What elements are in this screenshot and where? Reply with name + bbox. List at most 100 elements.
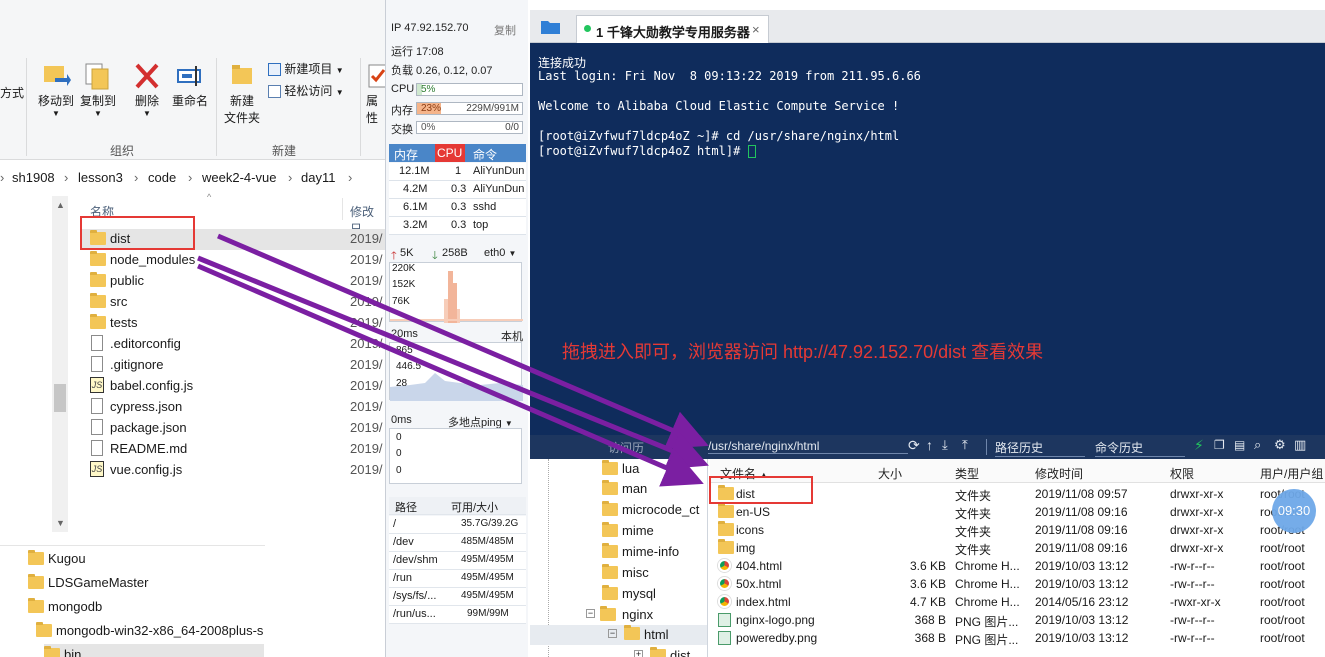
expand-icon[interactable]: + bbox=[634, 650, 643, 657]
remote-file-row[interactable]: poweredby.png 368 B PNG 图片... 2019/10/03 13… bbox=[710, 629, 1325, 647]
cpu-label: CPU bbox=[391, 83, 415, 95]
disk-row[interactable]: /dev/shm 495M/495M bbox=[389, 552, 526, 570]
remote-file-owner: root/root bbox=[1260, 559, 1305, 573]
delete-button[interactable]: 删除 ▼ bbox=[130, 60, 164, 118]
folder-icon bbox=[90, 272, 106, 287]
file-row[interactable]: package.json 2019/ bbox=[82, 418, 385, 439]
file-row[interactable]: .gitignore 2019/ bbox=[82, 355, 385, 376]
network-interface-select[interactable]: eth0 ▼ bbox=[484, 247, 516, 259]
up-dir-icon[interactable]: ↑ bbox=[926, 437, 933, 453]
breadcrumb: › sh1908 › lesson3 › code › week2-4-vue … bbox=[0, 166, 385, 190]
remote-file-row[interactable]: icons文件夹2019/11/08 09:16drwxr-xr-xroot/r… bbox=[710, 521, 1325, 539]
remote-file-mtime: 2019/11/08 09:16 bbox=[1035, 505, 1128, 519]
ribbon-divider bbox=[360, 58, 361, 156]
remote-file-row[interactable]: en-US文件夹2019/11/08 09:16drwxr-xr-xroot/r… bbox=[710, 503, 1325, 521]
process-col-cpu[interactable]: CPU bbox=[435, 144, 465, 162]
file-row[interactable]: src 2019/ bbox=[82, 292, 385, 313]
remote-file-mtime: 2019/10/03 13:12 bbox=[1035, 559, 1129, 573]
new-item-label: 新建项目 bbox=[284, 62, 333, 76]
disk-row[interactable]: /run/us... 99M/99M bbox=[389, 606, 526, 624]
file-list: ^ 名称 修改日 dist2019/node_modules2019/publi… bbox=[0, 192, 385, 532]
process-row[interactable]: 6.1M 0.3 sshd bbox=[389, 199, 526, 217]
remote-path-input[interactable]: /usr/share/nginx/html bbox=[708, 439, 908, 454]
new-folder-button[interactable]: 新建 文件夹 bbox=[222, 60, 262, 126]
disk-row[interactable]: /run 495M/495M bbox=[389, 570, 526, 588]
disk-row[interactable]: /dev 485M/485M bbox=[389, 534, 526, 552]
move-to-button[interactable]: 移动到 ▼ bbox=[36, 60, 76, 118]
remote-file-name: img bbox=[736, 541, 756, 555]
remote-file-row[interactable]: img 文件夹 2019/11/08 09:16 drwxr-xr-x root/roo… bbox=[710, 539, 1325, 557]
chrome-html-icon bbox=[718, 595, 731, 608]
rename-button[interactable]: 重命名 bbox=[168, 60, 212, 109]
gear-icon[interactable]: ⚙ bbox=[1274, 437, 1286, 453]
terminal-tab[interactable]: 1 千锋大勋教学专用服务器 × bbox=[576, 15, 769, 43]
latency-tick: 28 bbox=[396, 378, 408, 389]
process-col-cmd[interactable]: 命令 bbox=[473, 146, 497, 163]
path-history-select[interactable]: 路径历史 bbox=[995, 439, 1085, 457]
new-item-button[interactable]: 新建项目 ▼ bbox=[268, 60, 344, 77]
breadcrumb-item[interactable]: sh1908 bbox=[12, 170, 55, 185]
remote-file-perm: drwxr-xr-x bbox=[1170, 523, 1224, 537]
properties-button[interactable]: 属性 bbox=[366, 60, 385, 126]
collapse-icon[interactable]: − bbox=[608, 629, 617, 638]
tree-item-selected[interactable]: bin bbox=[44, 644, 264, 657]
file-row[interactable]: JS vue.config.js 2019/ bbox=[82, 460, 385, 481]
download-icon[interactable]: ⤓ bbox=[942, 437, 948, 453]
chevron-down-icon: ▼ bbox=[508, 249, 517, 258]
process-row[interactable]: 12.1M 1 AliYunDun bbox=[389, 163, 526, 181]
remote-file-row[interactable]: 404.html 3.6 KB Chrome H... 2019/10/03 13:1… bbox=[710, 557, 1325, 575]
process-row[interactable]: 4.2M 0.3 AliYunDun bbox=[389, 181, 526, 199]
remote-col-owner[interactable]: 用户/用户组 bbox=[1260, 465, 1323, 482]
terminal-output[interactable]: 连接成功 Last login: Fri Nov 8 09:13:22 2019… bbox=[530, 43, 1325, 435]
terminal-line: Welcome to Alibaba Cloud Elastic Compute… bbox=[538, 99, 900, 113]
command-history-select[interactable]: 命令历史 bbox=[1095, 439, 1185, 457]
remote-file-owner: root/root bbox=[1260, 541, 1305, 555]
disk-row[interactable]: /35.7G/39.2G bbox=[389, 516, 526, 534]
file-date: 2019/ bbox=[350, 231, 383, 246]
net-tick: 152K bbox=[392, 279, 416, 290]
disk-row[interactable]: /sys/fs/... 495M/495M bbox=[389, 588, 526, 606]
remote-col-size[interactable]: 大小 bbox=[878, 465, 902, 482]
image-file-icon bbox=[718, 631, 731, 645]
tree-node-selected[interactable]: − html bbox=[530, 625, 707, 645]
upload-icon[interactable]: ⤒ bbox=[962, 437, 968, 453]
move-to-icon bbox=[44, 66, 71, 86]
close-tab-icon[interactable]: × bbox=[752, 22, 760, 37]
layout-icon[interactable]: ▥ bbox=[1294, 437, 1306, 453]
copy-ip-button[interactable]: 复制 bbox=[494, 22, 516, 38]
file-date: 2019/ bbox=[350, 441, 383, 456]
folder-icon bbox=[602, 585, 618, 600]
file-row[interactable]: JS babel.config.js 2019/ bbox=[82, 376, 385, 397]
file-row[interactable]: public 2019/ bbox=[82, 271, 385, 292]
open-folder-icon[interactable] bbox=[540, 18, 562, 36]
copy-icon[interactable]: ❐ bbox=[1214, 438, 1225, 452]
file-row[interactable]: node_modules 2019/ bbox=[82, 250, 385, 271]
copy-to-button[interactable]: 复制到 ▼ bbox=[78, 60, 118, 118]
folder-icon bbox=[602, 564, 618, 579]
refresh-icon[interactable]: ⟳ bbox=[908, 437, 920, 454]
file-row[interactable]: README.md 2019/ bbox=[82, 439, 385, 460]
collapse-icon[interactable]: − bbox=[586, 609, 595, 618]
file-row[interactable]: .editorconfig 2019/ bbox=[82, 334, 385, 355]
file-row[interactable]: cypress.json 2019/ bbox=[82, 397, 385, 418]
remote-file-name: index.html bbox=[736, 595, 791, 609]
file-row[interactable]: tests 2019/ bbox=[82, 313, 385, 334]
remote-col-type[interactable]: 类型 bbox=[955, 465, 979, 482]
remote-file-perm: -rw-r--r-- bbox=[1170, 577, 1215, 591]
easy-access-button[interactable]: 轻松访问 ▼ bbox=[268, 82, 344, 99]
remote-col-perm[interactable]: 权限 bbox=[1170, 465, 1194, 482]
remote-file-row[interactable]: 50x.html 3.6 KB Chrome H... 2019/10/03 13:1… bbox=[710, 575, 1325, 593]
remote-col-mtime[interactable]: 修改时间 bbox=[1035, 465, 1083, 482]
search-icon[interactable]: ⌕ bbox=[1254, 437, 1261, 453]
breadcrumb-item[interactable]: code bbox=[148, 170, 176, 185]
remote-file-row[interactable]: index.html 4.7 KB Chrome H... 2014/05/16 23… bbox=[710, 593, 1325, 611]
lightning-icon[interactable]: ⚡ bbox=[1194, 437, 1204, 454]
paste-icon[interactable]: ▤ bbox=[1234, 438, 1245, 452]
process-col-mem[interactable]: 内存 bbox=[394, 146, 418, 163]
process-row[interactable]: 3.2M 0.3 top bbox=[389, 217, 526, 235]
terminal-cursor bbox=[747, 145, 756, 158]
breadcrumb-item[interactable]: lesson3 bbox=[78, 170, 123, 185]
breadcrumb-item[interactable]: day11 bbox=[301, 170, 335, 185]
breadcrumb-item[interactable]: week2-4-vue bbox=[202, 170, 276, 185]
remote-file-row[interactable]: nginx-logo.png 368 B PNG 图片... 2019/10/03 1… bbox=[710, 611, 1325, 629]
